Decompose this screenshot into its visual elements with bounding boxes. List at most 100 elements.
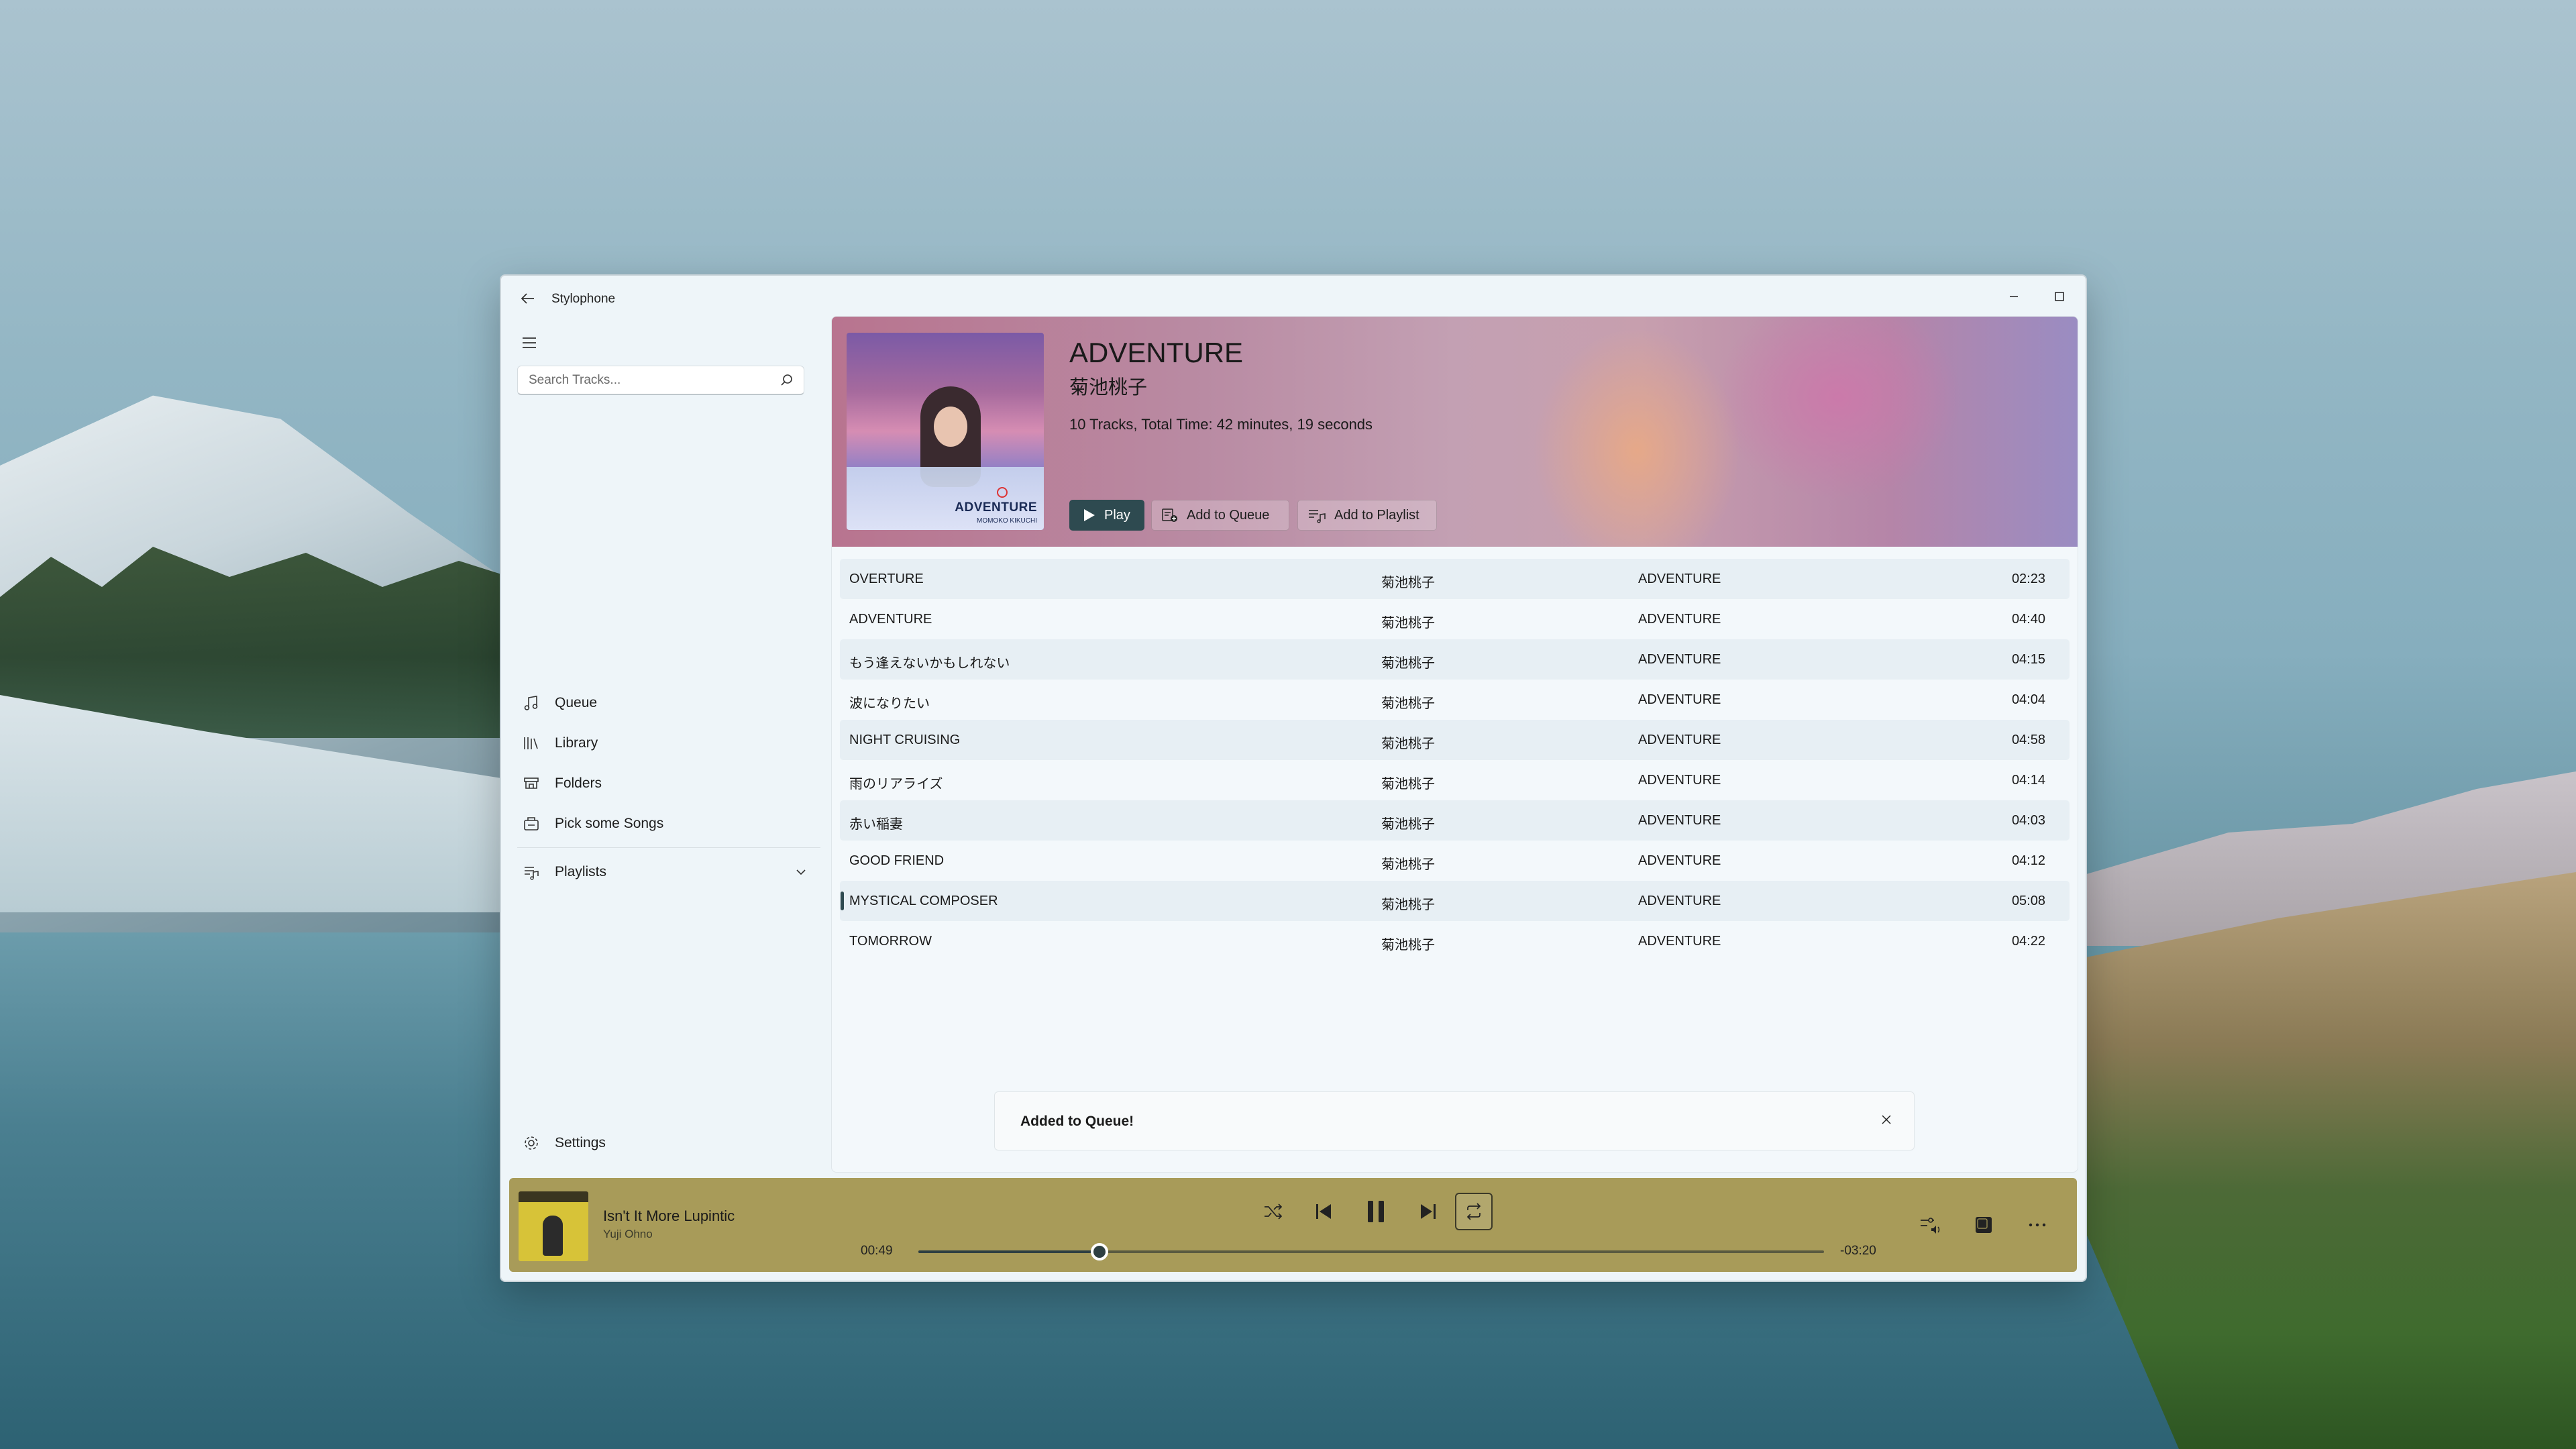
sidebar-item-label: Queue — [555, 695, 598, 710]
music-note-icon — [520, 692, 543, 714]
track-row[interactable]: NIGHT CRUISING 菊池桃子 ADVENTURE 04:58 — [840, 720, 2070, 760]
now-playing-bar: Isn't It More Lupintic Yuji Ohno 00:49 -… — [509, 1178, 2077, 1272]
seek-thumb[interactable] — [1091, 1243, 1108, 1260]
track-album: ADVENTURE — [1638, 813, 1721, 828]
track-duration: 04:04 — [2011, 692, 2045, 707]
seek-bar[interactable] — [918, 1243, 1824, 1260]
track-artist: 菊池桃子 — [1381, 737, 1435, 751]
remaining-time: -03:20 — [1840, 1244, 1876, 1258]
track-artist: 菊池桃子 — [1381, 857, 1435, 872]
track-row[interactable]: 波になりたい 菊池桃子 ADVENTURE 04:04 — [840, 680, 2070, 720]
track-title: ADVENTURE — [849, 612, 932, 627]
track-artist: 菊池桃子 — [1381, 616, 1435, 631]
maximize-button[interactable] — [2043, 285, 2076, 308]
search-input[interactable] — [527, 366, 778, 394]
previous-icon — [1316, 1204, 1331, 1219]
minimize-icon — [2010, 296, 2018, 297]
track-title: 波になりたい — [849, 696, 930, 711]
track-row-selected[interactable]: MYSTICAL COMPOSER 菊池桃子 ADVENTURE 05:08 — [840, 881, 2070, 921]
sidebar-item-queue[interactable]: Queue — [513, 685, 822, 721]
track-row[interactable]: OVERTURE 菊池桃子 ADVENTURE 02:23 — [840, 559, 2070, 599]
shuffle-button[interactable] — [1254, 1193, 1292, 1230]
now-playing-title: Isn't It More Lupintic — [603, 1208, 735, 1224]
title-bar: Stylophone — [501, 276, 2086, 316]
cover-title: ADVENTURE — [955, 500, 1037, 515]
next-button[interactable] — [1409, 1193, 1447, 1230]
track-album: ADVENTURE — [1638, 773, 1721, 788]
track-artist: 菊池桃子 — [1381, 817, 1435, 832]
volume-settings-button[interactable] — [1913, 1208, 1947, 1242]
track-title: MYSTICAL COMPOSER — [849, 894, 998, 908]
add-to-queue-button[interactable]: Add to Queue — [1151, 500, 1289, 531]
track-title: 赤い稲妻 — [849, 817, 903, 832]
sidebar-item-pick-songs[interactable]: Pick some Songs — [513, 806, 822, 842]
close-icon — [1882, 1115, 1891, 1124]
track-album: ADVENTURE — [1638, 692, 1721, 707]
shuffle-pick-icon — [520, 812, 543, 835]
volume-sliders-icon — [1921, 1218, 1940, 1234]
app-window: Stylophone Queue Library Folders — [500, 274, 2087, 1282]
minimize-button[interactable] — [1997, 285, 2031, 308]
track-artist: 菊池桃子 — [1381, 898, 1435, 912]
sidebar-item-label: Playlists — [555, 864, 607, 879]
track-artist: 菊池桃子 — [1381, 938, 1435, 953]
maximize-icon — [2055, 292, 2064, 301]
track-album: ADVENTURE — [1638, 853, 1721, 868]
add-to-playlist-button[interactable]: Add to Playlist — [1297, 500, 1437, 531]
back-button[interactable] — [515, 285, 541, 312]
track-row[interactable]: 赤い稲妻 菊池桃子 ADVENTURE 04:03 — [840, 800, 2070, 841]
track-duration: 04:14 — [2011, 773, 2045, 788]
track-duration: 04:22 — [2011, 934, 2045, 949]
track-row[interactable]: GOOD FRIEND 菊池桃子 ADVENTURE 04:12 — [840, 841, 2070, 881]
search-icon[interactable] — [780, 373, 794, 388]
track-title: NIGHT CRUISING — [849, 733, 961, 747]
track-title: OVERTURE — [849, 572, 924, 586]
track-album: ADVENTURE — [1638, 572, 1721, 586]
track-row[interactable]: TOMORROW 菊池桃子 ADVENTURE 04:22 — [840, 921, 2070, 961]
track-duration: 04:58 — [2011, 733, 2045, 747]
compact-overlay-icon — [1976, 1217, 1992, 1233]
add-queue-icon — [1162, 508, 1177, 522]
library-icon — [520, 732, 543, 755]
chevron-down-icon[interactable] — [794, 865, 808, 879]
sidebar-item-folders[interactable]: Folders — [513, 765, 822, 802]
repeat-button[interactable] — [1455, 1193, 1493, 1230]
wallpaper-grass — [2080, 872, 2576, 1449]
track-album: ADVENTURE — [1638, 652, 1721, 667]
track-duration: 04:03 — [2011, 813, 2045, 828]
previous-button[interactable] — [1305, 1193, 1342, 1230]
play-button-label: Play — [1104, 507, 1130, 523]
now-playing-cover[interactable] — [519, 1191, 588, 1261]
track-row[interactable]: ADVENTURE 菊池桃子 ADVENTURE 04:40 — [840, 599, 2070, 639]
next-icon — [1421, 1204, 1436, 1219]
sidebar-divider — [517, 847, 820, 848]
hamburger-menu-button[interactable] — [515, 328, 544, 358]
track-duration: 02:23 — [2011, 572, 2045, 586]
sidebar-item-playlists[interactable]: Playlists — [513, 854, 822, 890]
cover-subtitle: MOMOKO KIKUCHI — [976, 517, 1037, 525]
track-list: OVERTURE 菊池桃子 ADVENTURE 02:23 ADVENTURE … — [840, 559, 2070, 961]
track-artist: 菊池桃子 — [1381, 576, 1435, 590]
sidebar-item-library[interactable]: Library — [513, 725, 822, 761]
search-box[interactable] — [517, 366, 804, 395]
track-duration: 04:40 — [2011, 612, 2045, 627]
play-button[interactable]: Play — [1069, 500, 1144, 531]
sidebar-item-settings[interactable]: Settings — [513, 1125, 822, 1161]
track-row[interactable]: 雨のリアライズ 菊池桃子 ADVENTURE 04:14 — [840, 760, 2070, 800]
repeat-icon — [1466, 1203, 1481, 1220]
album-detail-pane: ADVENTURE MOMOKO KIKUCHI ADVENTURE 菊池桃子 … — [831, 316, 2078, 1173]
track-duration: 04:12 — [2011, 853, 2045, 868]
track-title: 雨のリアライズ — [849, 777, 943, 792]
track-artist: 菊池桃子 — [1381, 696, 1435, 711]
selection-indicator — [841, 892, 844, 910]
track-row[interactable]: もう逢えないかもしれない 菊池桃子 ADVENTURE 04:15 — [840, 639, 2070, 680]
toast-close-button[interactable] — [1876, 1110, 1896, 1130]
mini-player-button[interactable] — [1966, 1208, 2001, 1242]
album-meta: 10 Tracks, Total Time: 42 minutes, 19 se… — [1069, 416, 1373, 433]
more-options-button[interactable] — [2020, 1208, 2055, 1242]
pause-icon — [1368, 1201, 1384, 1222]
sidebar-item-label: Pick some Songs — [555, 816, 664, 831]
sidebar-item-label: Library — [555, 735, 598, 751]
album-header: ADVENTURE MOMOKO KIKUCHI ADVENTURE 菊池桃子 … — [832, 317, 2078, 547]
pause-button[interactable] — [1357, 1193, 1395, 1230]
